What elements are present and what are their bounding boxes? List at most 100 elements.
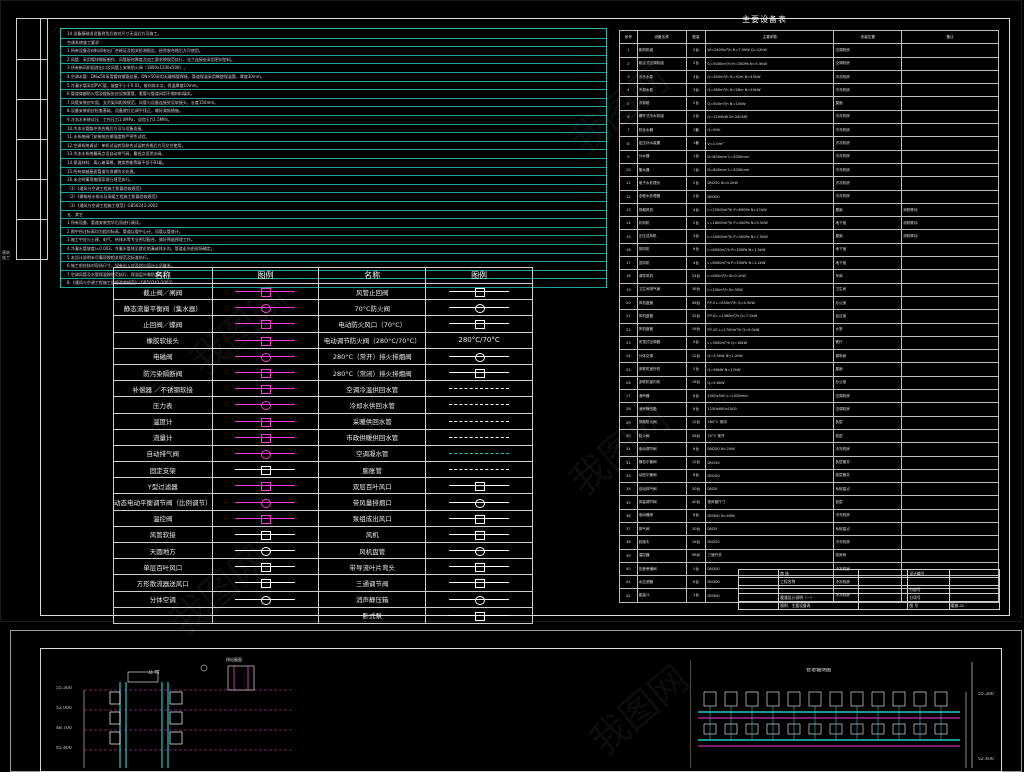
equipment-row: 36 电动蝶阀 6台 DN300 N=40W 冷冻机房 (619, 508, 999, 523)
equipment-cell (901, 83, 999, 98)
legend-name: 动态电动平衡调节阀（比例调节） (113, 493, 213, 511)
legend-symbol (425, 574, 533, 592)
axo-elevation-2: 52.400 (978, 757, 994, 762)
equipment-header: 备注 (901, 29, 999, 45)
equipment-cell (901, 335, 999, 351)
equipment-cell: 消防联动 (901, 202, 999, 218)
legend-symbol-icon (235, 384, 296, 395)
equipment-cell: 4台 (685, 202, 707, 218)
legend-name: 天圆地方 (113, 541, 213, 560)
equipment-cell: D=800mm L=3000mm (705, 149, 835, 164)
note-rule (61, 37, 606, 39)
legend-symbol (211, 380, 320, 398)
equipment-cell: 屋面 (833, 202, 903, 218)
legend-symbol (211, 525, 320, 544)
equipment-row: 14 补风机 2台 L=18000m³/h P=450Pa N=5.5kW 地下室 消防联… (619, 216, 999, 231)
title-block-cell (737, 601, 780, 610)
equipment-cell: 1套 (685, 123, 707, 138)
legend-symbol-icon (449, 352, 510, 362)
legend-symbol-icon (449, 303, 510, 314)
equipment-header: 安装位置 (833, 29, 903, 45)
note-line: 1.所有设备及材料须有出厂合格证及相关检测报告，经验收合格后方可使用。 (67, 48, 203, 54)
equipment-cell: 11 (619, 176, 638, 191)
legend-symbol-icon (449, 287, 510, 298)
equipment-cell: 冷冻机房 (833, 176, 903, 191)
legend-symbol (425, 380, 533, 398)
note-line: （3）《通风与空调工程施工规范》GB50243-2002 (67, 203, 158, 208)
equipment-row: 19 卫生间排气扇 36台 L=150m³/h N=30W 卫生间 (619, 282, 999, 297)
equipment-cell: 排气阀 (636, 521, 687, 537)
equipment-row: 34 自动排气阀 20台 DN20 系统高点 (619, 482, 999, 497)
equipment-cell: 各房间 (833, 548, 903, 563)
equipment-cell: 2台 (685, 216, 707, 231)
equipment-cell: DN300 N=40W (705, 508, 835, 523)
legend-name: 静态流量平衡阀（集水器） (113, 299, 213, 317)
equipment-cell: 70°C 常开 (705, 428, 835, 444)
equipment-cell (901, 282, 999, 297)
equipment-cell: 12台 (685, 415, 707, 430)
note-line: 16.未注明事项按国家现行规范执行。 (67, 177, 134, 183)
legend-symbol-icon (449, 384, 510, 393)
equipment-cell: 车库 (833, 269, 903, 284)
equipment-cell: 8台 (685, 402, 707, 417)
title-block-cell (907, 577, 950, 586)
equipment-cell (901, 375, 999, 391)
equipment-cell: 2台 (685, 189, 707, 204)
equipment-cell: 6台 (685, 575, 707, 590)
equipment-cell: 分体空调 (636, 349, 687, 364)
legend-symbol (425, 347, 533, 365)
equipment-row: 24 分体空调 12台 Q=3.5kW N=1.2kW 弱电间 (619, 349, 999, 364)
equipment-cell: 空调机房 (833, 43, 903, 58)
equipment-cell: 48台 (685, 295, 707, 311)
equipment-row: 1 新风机组 2台 W=2400m³/h N=7.5kW Q=12kW 空调机房 (619, 43, 999, 58)
legend-symbol (211, 493, 320, 511)
equipment-row: 7 软化水器 1套 Q=5t/h 冷冻机房 (619, 123, 999, 138)
riser-roof-tag: 排出屋面 (226, 657, 242, 662)
equipment-cell (901, 362, 999, 377)
legend-symbol-icon (449, 578, 510, 589)
equipment-cell: 风量调节阀 (636, 495, 687, 510)
equipment-cell: D=800mm L=3000mm (705, 162, 835, 178)
title-block-cell: 分项号 (907, 593, 950, 602)
legend-symbol (425, 558, 533, 576)
equipment-cell: 办公室 (833, 295, 903, 311)
equipment-cell: 23 (619, 335, 638, 351)
equipment-cell (901, 402, 999, 417)
note-rule (61, 72, 606, 73)
equipment-cell (901, 442, 999, 457)
legend-name: 带风量排烟口 (318, 493, 427, 511)
equipment-cell (901, 242, 999, 258)
legend-symbol-icon (449, 595, 510, 605)
note-rule (61, 192, 606, 194)
legend-name: 70°C防火阀 (318, 299, 427, 317)
equipment-cell: 37 (619, 521, 638, 537)
title-block-cell: 分部号 (907, 585, 950, 594)
title-block-cell (948, 577, 1001, 586)
equipment-cell (901, 309, 999, 324)
equipment-row: 33 动态平衡阀 8台 DN100 各层管井 (619, 468, 999, 484)
equipment-cell: V=1.0m³ (705, 136, 835, 151)
legend-symbol-icon (449, 530, 510, 540)
equipment-cell: Q=360m³/h H=28m N=55kW (705, 83, 835, 98)
legend-name: 自动排气阀 (113, 444, 213, 463)
fan-coil-unit (934, 691, 948, 707)
equipment-cell: 24台 (685, 269, 707, 284)
fan-coil-unit (871, 691, 885, 707)
equipment-row: 23 吊顶式空调器 4台 L=3000m³/h Q=18kW 餐厅 (619, 335, 999, 351)
equipment-cell: 多联机室外机 (636, 362, 687, 377)
equipment-cell: 16 (619, 242, 638, 258)
legend-header-symbol-2: 图例 (425, 267, 533, 284)
note-line: 15.所有穿越屋面管道均须做防水处理。 (67, 168, 138, 174)
title-block-cell: 设计编号 (907, 569, 950, 578)
legend-name: 三通调节阀 (318, 574, 427, 592)
legend-symbol (425, 541, 533, 560)
equipment-cell: FP-8 L=1360m³/h Q=7.2kW (705, 309, 835, 324)
equipment-cell: 3台 (685, 69, 707, 85)
note-line: 3.所有新风机组进出口及风管上安装防火阀（1800x1200x500）。 (67, 65, 188, 71)
legend-name: 温度计 (113, 412, 213, 430)
equipment-cell: 2台 (685, 176, 707, 191)
legend-symbol (425, 363, 533, 382)
equipment-cell: 动态平衡阀 (636, 468, 687, 484)
legend-symbol-icon (449, 498, 510, 508)
legend-symbol (425, 396, 533, 414)
